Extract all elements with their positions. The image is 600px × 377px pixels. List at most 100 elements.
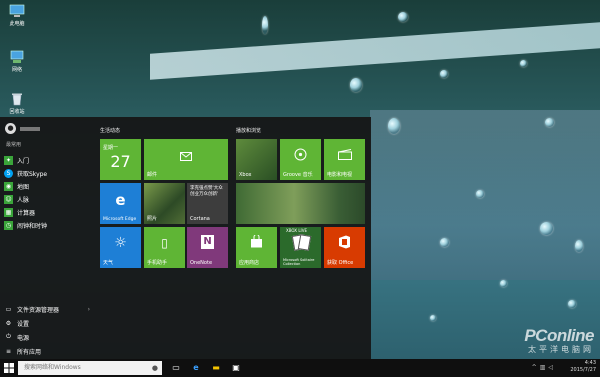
tile-get-office[interactable]: 获取 Office: [324, 227, 365, 268]
tile-label: 照片: [147, 216, 158, 222]
phone-icon: ▯: [161, 236, 168, 250]
app-label: 入门: [17, 158, 30, 165]
watermark: PConline 太平洋电脑网: [524, 326, 594, 355]
tile-phone-companion[interactable]: ▯ 手机助手: [144, 227, 185, 268]
desktop-icon-network[interactable]: 网络: [3, 50, 31, 73]
sun-icon: ☼: [114, 235, 127, 251]
microphone-icon[interactable]: ●: [152, 361, 158, 375]
watermark-sub: 太平洋电脑网: [528, 345, 594, 354]
mail-icon: [180, 152, 192, 161]
raindrop: [440, 70, 448, 78]
app-maps[interactable]: ◉ 地图: [4, 180, 90, 193]
app-label: 电源: [17, 334, 30, 342]
tile-cortana[interactable]: 李克强点赞'大众创业万众创新' Cortana: [187, 183, 228, 224]
raindrop: [430, 315, 436, 321]
edge-icon[interactable]: e: [190, 362, 202, 374]
watermark-brand: PConline: [524, 326, 594, 345]
raindrop: [520, 60, 527, 67]
cards-icon: [297, 234, 312, 251]
calendar-date: 27: [110, 152, 131, 171]
tile-label: Xbox: [239, 172, 252, 178]
recycle-bin-icon: [12, 93, 22, 106]
clock-date: 2015/7/27: [570, 367, 596, 373]
tile-mail[interactable]: 邮件: [144, 139, 228, 180]
edge-icon: e: [115, 191, 126, 209]
most-used-list: ✦ 入门 S 获取Skype ◉ 地图 ☺ 人脉 ▦ 计算器 ◷ 闹钟和时钟: [4, 154, 90, 232]
tile-store[interactable]: 应用商店: [236, 227, 277, 268]
app-label: 计算器: [17, 210, 36, 217]
start-menu: ● 最常用 ✦ 入门 S 获取Skype ◉ 地图 ☺ 人脉 ▦ 计算器 ◷ 闹…: [0, 117, 371, 359]
settings-item[interactable]: ⚙ 设置: [4, 316, 90, 330]
clock[interactable]: 4:43 2015/7/27: [570, 360, 596, 374]
tile-label: OneNote: [190, 260, 213, 266]
tile-xbox[interactable]: Xbox: [236, 139, 277, 180]
desktop-icon-label: 此电脑: [9, 21, 25, 27]
app-label: 闹钟和时钟: [17, 223, 48, 230]
chevron-right-icon[interactable]: ›: [88, 306, 90, 313]
folder-icon: ▭: [5, 305, 12, 313]
file-explorer-item[interactable]: ▭ 文件资源管理器 ›: [4, 302, 90, 316]
raindrop: [568, 300, 576, 308]
skype-icon: S: [4, 169, 13, 178]
all-apps-item[interactable]: ≡ 所有应用: [4, 344, 90, 358]
windows-start-button[interactable]: [4, 363, 14, 373]
tile-label: 电影和电视: [327, 172, 353, 178]
tile-label: 手机助手: [147, 260, 168, 266]
raindrop: [476, 190, 484, 198]
office-icon: [339, 235, 350, 249]
tile-photos[interactable]: 照片: [144, 183, 185, 224]
app-people[interactable]: ☺ 人脉: [4, 193, 90, 206]
computer-icon: [9, 4, 25, 17]
task-view-icon[interactable]: ▭: [170, 362, 182, 374]
start-bottom-list: ▭ 文件资源管理器 › ⚙ 设置 ⏻ 电源 ≡ 所有应用: [4, 302, 90, 358]
group-label-play: 播放和浏览: [236, 128, 262, 134]
tile-label: Microsoft Solitaire Collection: [283, 258, 315, 266]
gear-icon: ⚙: [5, 319, 12, 327]
volume-icon[interactable]: ◁: [548, 364, 556, 371]
all-apps-icon: ≡: [5, 347, 12, 355]
app-calculator[interactable]: ▦ 计算器: [4, 206, 90, 219]
user-account[interactable]: ●: [5, 123, 40, 134]
power-icon: ⏻: [6, 333, 11, 340]
app-label: 所有应用: [17, 348, 42, 356]
tile-label: 邮件: [147, 172, 158, 178]
chevron-up-icon[interactable]: ^: [532, 364, 540, 371]
raindrop: [350, 78, 362, 92]
tile-solitaire[interactable]: XBOX LIVE Microsoft Solitaire Collection: [280, 227, 321, 268]
raindrop: [545, 118, 554, 127]
tile-label: Microsoft Edge: [103, 217, 137, 222]
tile-calendar[interactable]: 星期一 27: [100, 139, 141, 180]
power-item[interactable]: ⏻ 电源: [4, 330, 90, 344]
tile-weather[interactable]: ☼ 天气: [100, 227, 141, 268]
raindrop: [500, 280, 507, 287]
store-bag-icon: [251, 235, 262, 248]
background-window: [370, 110, 600, 280]
onenote-icon: N: [201, 235, 214, 249]
alarm-icon: ◷: [4, 221, 13, 230]
file-explorer-icon[interactable]: ▬: [210, 362, 222, 374]
network-icon: [10, 50, 24, 63]
system-tray-icons[interactable]: ^▥◁: [532, 364, 556, 371]
raindrop: [575, 240, 583, 252]
desktop-icon-this-pc[interactable]: 此电脑: [3, 4, 31, 27]
background-railing: [150, 22, 600, 80]
tile-label: Groove 音乐: [283, 172, 313, 178]
tile-photo-news[interactable]: [236, 183, 365, 224]
tile-groove[interactable]: Groove 音乐: [280, 139, 321, 180]
raindrop: [388, 118, 400, 134]
search-box[interactable]: 搜索网络和Windows ●: [18, 361, 162, 375]
app-label: 文件资源管理器: [17, 306, 60, 314]
app-alarms[interactable]: ◷ 闹钟和时钟: [4, 219, 90, 232]
lightbulb-icon: ✦: [4, 156, 13, 165]
tile-edge[interactable]: e Microsoft Edge: [100, 183, 141, 224]
desktop-icon-label: 回收站: [9, 109, 25, 115]
tile-movies[interactable]: 电影和电视: [324, 139, 365, 180]
people-icon: ☺: [4, 195, 13, 204]
app-get-started[interactable]: ✦ 入门: [4, 154, 90, 167]
app-label: 人脉: [17, 197, 30, 204]
store-icon[interactable]: ▣: [230, 362, 242, 374]
raindrop: [262, 16, 268, 34]
desktop-icon-recycle-bin[interactable]: 回收站: [3, 92, 31, 115]
app-skype[interactable]: S 获取Skype: [4, 167, 90, 180]
tile-onenote[interactable]: N OneNote: [187, 227, 228, 268]
